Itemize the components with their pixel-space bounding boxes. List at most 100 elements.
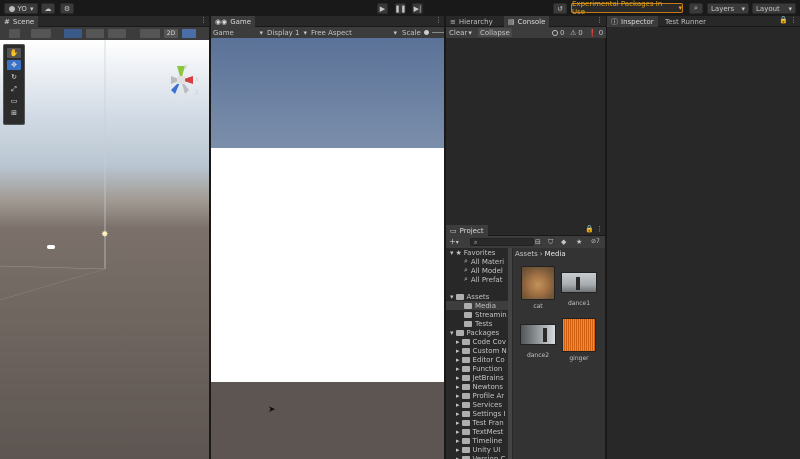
scene-viewport[interactable]: ✸ y x z ◂ Persp bbox=[0, 40, 209, 459]
tree-favorite-item[interactable]: ⌕ All Prefat bbox=[464, 275, 502, 284]
render-mode-button[interactable] bbox=[140, 29, 160, 38]
tag-icon[interactable]: ◆ bbox=[561, 238, 566, 246]
tree-asset-item[interactable]: Media bbox=[446, 301, 508, 310]
search-button[interactable]: ⌕ bbox=[689, 3, 703, 14]
scene-draw-mode-button[interactable] bbox=[9, 29, 20, 38]
tree-package-item[interactable]: ▸ Function bbox=[456, 364, 502, 373]
package-label: Services bbox=[472, 400, 503, 409]
tree-package-item[interactable]: ▸ JetBrains bbox=[456, 373, 504, 382]
tree-scrollbar[interactable] bbox=[508, 248, 512, 459]
asset-item[interactable]: cat bbox=[519, 266, 557, 310]
lock-icon[interactable]: 🔒 bbox=[585, 225, 594, 233]
tab-test-runner[interactable]: Test Runner bbox=[661, 16, 710, 27]
more-icon[interactable]: ⋮ bbox=[200, 16, 207, 24]
asset-item[interactable]: dance1 bbox=[560, 266, 598, 307]
tree-package-item[interactable]: ▸ Timeline bbox=[456, 436, 502, 445]
game-toolbar: Game ▾ Display 1 ▾ Free Aspect ▾ Scale bbox=[211, 27, 444, 38]
create-button[interactable]: +▾ bbox=[449, 237, 459, 246]
aspect-dropdown[interactable]: Free Aspect ▾ bbox=[311, 28, 397, 37]
tree-package-item[interactable]: ▸ Code Cov bbox=[456, 337, 506, 346]
tab-console[interactable]: ▤ Console bbox=[504, 16, 550, 27]
tree-package-item[interactable]: ▸ Version C bbox=[456, 454, 505, 459]
tree-package-item[interactable]: ▸ Custom N bbox=[456, 346, 507, 355]
scale-slider[interactable]: Scale bbox=[402, 28, 444, 37]
persp-label[interactable]: ◂ Persp bbox=[165, 97, 186, 104]
cloud-button[interactable]: ☁ bbox=[41, 3, 55, 14]
scene-gizmo-button[interactable] bbox=[31, 29, 51, 38]
tab-project[interactable]: ▭ Project bbox=[446, 225, 488, 236]
tree-favorite-item[interactable]: ⌕ All Model bbox=[464, 266, 503, 275]
lighting-toggle[interactable] bbox=[182, 29, 196, 38]
tree-package-item[interactable]: ▸ Services bbox=[456, 400, 502, 409]
favorite-star-icon[interactable]: ★ bbox=[576, 238, 582, 246]
tree-asset-item[interactable]: Streamin bbox=[464, 310, 507, 319]
info-icon: ⓘ bbox=[611, 17, 618, 26]
pause-button[interactable]: ❚❚ bbox=[395, 3, 406, 14]
layout-dropdown[interactable]: Layout ▾ bbox=[752, 3, 796, 14]
tab-game[interactable]: ◉◉ Game bbox=[211, 16, 256, 27]
asset-item[interactable]: ginger bbox=[560, 318, 598, 362]
more-icon[interactable]: ⋮ bbox=[435, 16, 442, 24]
experimental-packages-dropdown[interactable]: Experimental Packages In Use ▾ bbox=[571, 0, 683, 16]
game-viewport[interactable]: ➤ bbox=[211, 38, 444, 459]
breadcrumb-item[interactable]: Media bbox=[545, 250, 566, 258]
tree-package-item[interactable]: ▸ Profile Ar bbox=[456, 391, 504, 400]
scale-slider-knob[interactable] bbox=[423, 30, 429, 35]
tree-asset-item[interactable]: Tests bbox=[464, 319, 492, 328]
pivot-toggle[interactable] bbox=[64, 29, 82, 38]
tree-package-item[interactable]: ▸ Test Fran bbox=[456, 418, 504, 427]
search-by-type-icon[interactable]: ⊟ bbox=[535, 238, 541, 246]
collapse-toggle[interactable]: Collapse bbox=[478, 28, 512, 37]
rect-tool-icon[interactable]: ▭ bbox=[7, 96, 21, 106]
clear-button[interactable]: Clear ▾ bbox=[449, 28, 472, 37]
move-tool-icon[interactable]: ✥ bbox=[7, 60, 21, 70]
play-button[interactable]: ▶ bbox=[377, 3, 388, 14]
tree-favorite-item[interactable]: ⌕ All Materi bbox=[464, 257, 504, 266]
grid-snap-button[interactable] bbox=[86, 29, 104, 38]
tree-package-item[interactable]: ▸ Settings I bbox=[456, 409, 506, 418]
light-icon[interactable]: ✸ bbox=[101, 231, 110, 240]
layers-dropdown[interactable]: Layers ▾ bbox=[707, 3, 749, 14]
hidden-packages-toggle[interactable]: ⊘7 bbox=[591, 238, 600, 245]
scale-tool-icon[interactable]: ⤢ bbox=[7, 84, 21, 94]
game-mode-dropdown[interactable]: Game ▾ bbox=[213, 28, 263, 37]
snap-increment-button[interactable] bbox=[108, 29, 126, 38]
tree-package-item[interactable]: ▸ TextMest bbox=[456, 427, 503, 436]
breadcrumb-item[interactable]: Assets bbox=[515, 250, 538, 258]
asset-item[interactable]: dance2 bbox=[519, 318, 557, 359]
search-by-label-icon[interactable]: ⛉ bbox=[548, 238, 553, 247]
tree-packages[interactable]: ▾ Packages bbox=[450, 328, 499, 337]
tab-scene[interactable]: # Scene bbox=[0, 16, 39, 27]
more-icon[interactable]: ⋮ bbox=[596, 225, 603, 233]
tree-favorites[interactable]: ▾ ★ Favorites bbox=[450, 248, 495, 257]
transform-tool-icon[interactable]: ⊞ bbox=[7, 108, 21, 118]
alert-filter[interactable]: ⚠ 0 bbox=[570, 28, 583, 37]
tree-package-item[interactable]: ▸ Unity UI bbox=[456, 445, 500, 454]
collab-button[interactable]: ⚙ bbox=[60, 3, 74, 14]
lock-icon[interactable]: 🔒 bbox=[779, 16, 788, 24]
tab-inspector[interactable]: ⓘ Inspector bbox=[607, 16, 658, 27]
orientation-gizmo[interactable]: y x z bbox=[163, 62, 203, 102]
warning-filter[interactable]: 0 bbox=[552, 28, 564, 37]
search-icon: ⌕ bbox=[474, 239, 478, 246]
expand-arrow-icon: ▸ bbox=[456, 400, 460, 409]
warning-icon: ⚠ bbox=[570, 28, 577, 37]
project-search-input[interactable]: ⌕ bbox=[470, 238, 534, 246]
tree-package-item[interactable]: ▸ Editor Co bbox=[456, 355, 505, 364]
tab-hierarchy[interactable]: ≡ Hierarchy bbox=[446, 16, 497, 27]
object-marker[interactable] bbox=[47, 245, 55, 249]
more-icon[interactable]: ⋮ bbox=[596, 16, 603, 24]
account-dropdown[interactable]: YO ▾ bbox=[4, 3, 38, 14]
package-label: Custom N bbox=[472, 346, 507, 355]
display-dropdown[interactable]: Display 1 ▾ bbox=[267, 28, 307, 37]
hand-tool-icon[interactable]: ✋ bbox=[7, 48, 21, 58]
search-icon: ⌕ bbox=[464, 275, 468, 283]
rotate-tool-icon[interactable]: ↻ bbox=[7, 72, 21, 82]
tree-package-item[interactable]: ▸ Newtons bbox=[456, 382, 503, 391]
toggle-2d-button[interactable]: 2D bbox=[164, 29, 178, 38]
undo-history-button[interactable]: ↺ bbox=[553, 3, 567, 14]
step-button[interactable]: ▶| bbox=[412, 3, 423, 14]
tree-assets[interactable]: ▾ Assets bbox=[450, 292, 489, 301]
more-icon[interactable]: ⋮ bbox=[790, 16, 797, 24]
error-filter[interactable]: ❗ 0 bbox=[588, 28, 603, 37]
